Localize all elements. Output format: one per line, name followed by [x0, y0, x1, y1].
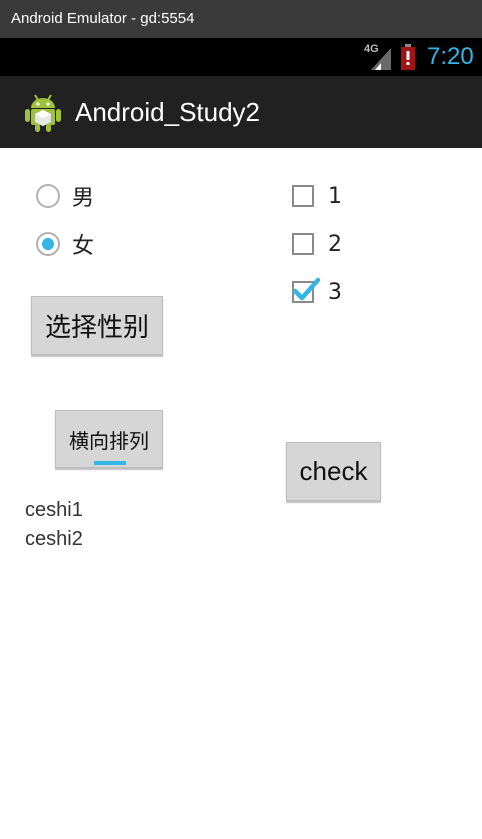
radio-button-checked-icon[interactable] [36, 232, 60, 256]
radio-label-female: 女 [72, 234, 95, 259]
checkbox-1[interactable]: 1 [292, 176, 342, 216]
android-app-icon [25, 94, 61, 132]
checkbox-3[interactable]: 3 [292, 272, 342, 312]
checkbox-2[interactable]: 2 [292, 224, 342, 264]
battery-low-icon [401, 44, 415, 70]
focus-indicator [94, 461, 126, 465]
select-gender-button[interactable]: 选择性别 [31, 296, 163, 355]
radio-male[interactable]: 男 [36, 176, 94, 216]
window-title: Android Emulator - gd:5554 [0, 0, 482, 38]
checkbox-label-2: 2 [328, 231, 342, 257]
checkbox-icon[interactable] [292, 185, 314, 207]
horizontal-arrange-button[interactable]: 横向排列 [55, 410, 163, 468]
signal-strength-icon [371, 48, 391, 70]
status-bar: 4G 7:20 [0, 38, 482, 76]
check-button[interactable]: check [286, 442, 381, 501]
app-title: Android_Study2 [75, 97, 261, 127]
status-clock: 7:20 [427, 43, 474, 70]
checkbox-label-3: 3 [328, 279, 342, 305]
text-line-2: ceshi2 [25, 528, 83, 550]
checkbox-checked-icon[interactable] [292, 277, 321, 303]
horizontal-arrange-label: 横向排列 [69, 428, 149, 453]
checkbox-icon[interactable] [292, 233, 314, 255]
radio-female[interactable]: 女 [36, 224, 94, 264]
main-content: 男 女 1 2 3 选择性别 横向排列 check ceshi1 ceshi2 [0, 148, 482, 839]
text-line-1: ceshi1 [25, 499, 83, 521]
checkmark-icon [292, 277, 321, 301]
radio-button-icon[interactable] [36, 184, 60, 208]
checkbox-label-1: 1 [328, 183, 342, 209]
radio-label-male: 男 [72, 186, 95, 211]
action-bar: Android_Study2 [0, 76, 482, 148]
